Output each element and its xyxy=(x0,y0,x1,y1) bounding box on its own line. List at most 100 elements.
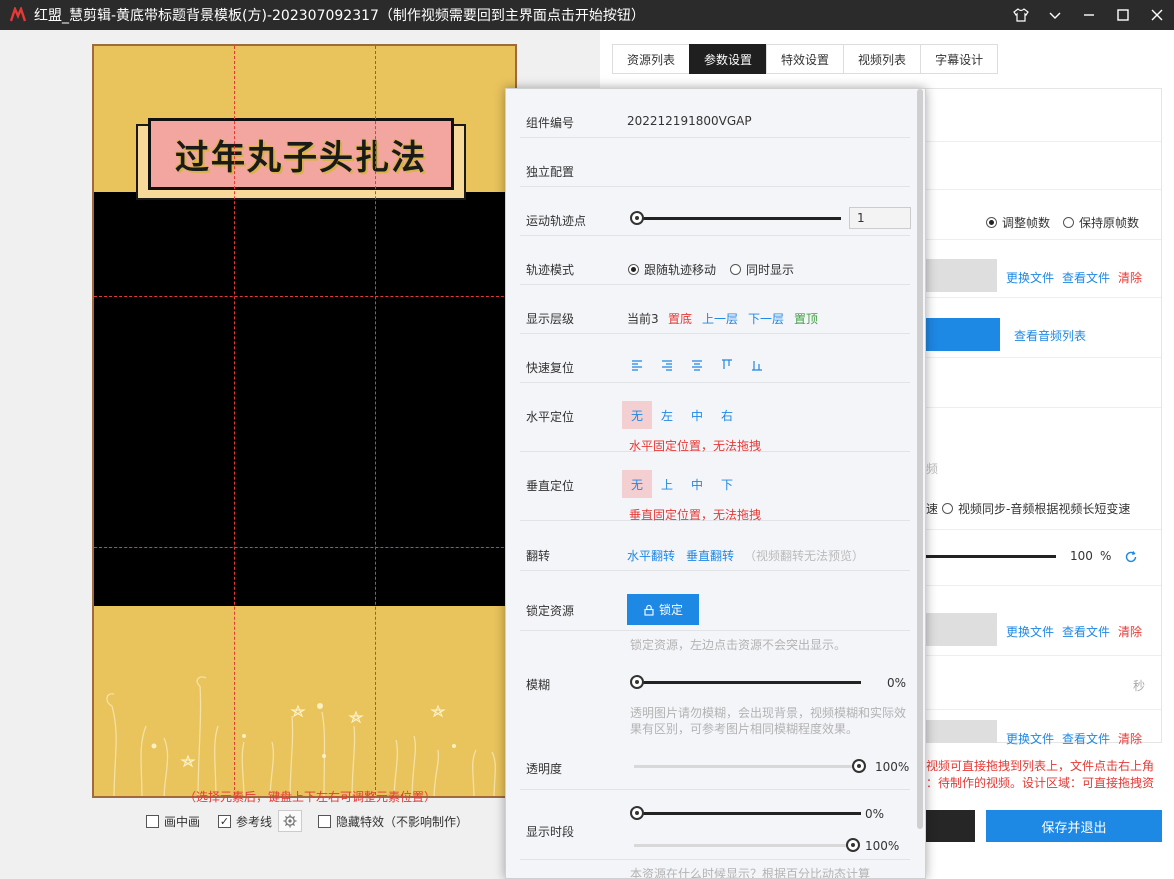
layer-down-link[interactable]: 下一层 xyxy=(748,310,784,327)
h-pos-right[interactable]: 右 xyxy=(712,401,742,429)
maximize-icon[interactable] xyxy=(1106,0,1140,30)
volume-slider[interactable] xyxy=(926,555,1056,558)
tab-bar: 资源列表 参数设置 特效设置 视频列表 字幕设计 xyxy=(612,44,999,74)
title-bar: 红盟_慧剪辑-黄底带标题背景模板(方)-202307092317（制作视频需要回… xyxy=(0,0,1174,30)
h-pos-center[interactable]: 中 xyxy=(682,401,712,429)
view-file-link[interactable]: 查看文件 xyxy=(1062,269,1110,286)
window-title: 红盟_慧剪辑-黄底带标题背景模板(方)-202307092317（制作视频需要回… xyxy=(34,8,645,24)
h-pos-none[interactable]: 无 xyxy=(622,401,652,429)
lock-note: 锁定资源，左边点击资源不会突出显示。 xyxy=(630,638,847,652)
guides-checkbox[interactable]: ✓ xyxy=(218,814,232,828)
align-bottom-icon[interactable] xyxy=(751,359,763,371)
chevron-down-icon[interactable] xyxy=(1038,0,1072,30)
frame-opt-keep[interactable]: 保持原帧数 xyxy=(1063,214,1139,231)
period-end-knob[interactable] xyxy=(846,838,860,852)
align-center-icon[interactable] xyxy=(691,359,703,371)
keyboard-hint: （选择元素后，键盘上下左右可调整元素位置） xyxy=(184,790,437,804)
refresh-icon[interactable] xyxy=(1124,550,1138,564)
blur-note-2: 果有区别，可参考图片相同模糊程度效果。 xyxy=(630,722,859,736)
app-logo-icon xyxy=(10,7,26,22)
row-horizontal-position: 水平定位 无 左 中 右 水平固定位置，无法拖拽 xyxy=(520,383,910,453)
minimize-icon[interactable] xyxy=(1072,0,1106,30)
row-trajectory-mode: 轨迹模式 跟随轨迹移动 同时显示 xyxy=(520,236,910,285)
blur-value: 0% xyxy=(887,676,907,690)
volume-unit: % xyxy=(1100,549,1112,563)
dark-button[interactable] xyxy=(926,810,975,842)
save-exit-button[interactable]: 保存并退出 xyxy=(986,810,1162,842)
layer-top-link[interactable]: 置顶 xyxy=(794,310,818,327)
align-left-icon[interactable] xyxy=(631,359,643,371)
file-preview-box xyxy=(926,259,997,292)
lock-button[interactable]: 锁定 xyxy=(627,594,699,625)
v-pos-none[interactable]: 无 xyxy=(622,470,652,498)
opacity-slider[interactable] xyxy=(634,765,858,768)
period-start-slider[interactable] xyxy=(637,812,861,815)
blur-slider-knob[interactable] xyxy=(630,675,644,689)
motion-slider[interactable] xyxy=(637,217,841,220)
trajectory-simultaneous-radio[interactable]: 同时显示 xyxy=(730,261,794,278)
tab-subtitle-design[interactable]: 字幕设计 xyxy=(920,44,999,74)
period-start-value: 0% xyxy=(865,807,885,821)
decorative-flowers-image xyxy=(106,676,496,796)
opacity-slider-knob[interactable] xyxy=(852,759,866,773)
popup-scrollbar[interactable] xyxy=(917,89,923,829)
trajectory-follow-radio[interactable]: 跟随轨迹移动 xyxy=(628,261,716,278)
tab-effects[interactable]: 特效设置 xyxy=(766,44,845,74)
row-display-period: 显示时段 0% 100% xyxy=(520,790,910,860)
opacity-value: 100% xyxy=(875,760,910,774)
clear-link-3[interactable]: 清除 xyxy=(1118,730,1142,747)
sync-fragment: 速 xyxy=(926,502,939,516)
align-top-icon[interactable] xyxy=(721,359,733,371)
h-pos-left[interactable]: 左 xyxy=(652,401,682,429)
v-pos-top[interactable]: 上 xyxy=(652,470,682,498)
pip-checkbox[interactable] xyxy=(146,814,159,828)
audio-select-button[interactable] xyxy=(926,318,1000,351)
view-audio-list-link[interactable]: 查看音频列表 xyxy=(1014,327,1086,344)
clear-link[interactable]: 清除 xyxy=(1118,269,1142,286)
row-vertical-position: 垂直定位 无 上 中 下 垂直固定位置，无法拖拽 xyxy=(520,452,910,522)
gear-icon[interactable] xyxy=(278,810,303,832)
row-opacity: 透明度 100% xyxy=(520,740,910,790)
title-text: 过年丸子头扎法 xyxy=(175,137,427,178)
period-end-slider[interactable] xyxy=(634,844,858,847)
drag-tips: 视频可直接拖拽到列表上，文件点击右上角 ：待制作的视频。设计区域：可直接拖拽资 xyxy=(926,759,1155,790)
component-id-value: 202212191800VGAP xyxy=(627,114,752,128)
fragment-text: 频 xyxy=(926,462,939,476)
align-right-icon[interactable] xyxy=(661,359,673,371)
row-motion-points: 运动轨迹点 1 xyxy=(520,187,911,236)
file-preview-box-3 xyxy=(926,720,997,743)
clear-link-2[interactable]: 清除 xyxy=(1118,623,1142,640)
design-canvas[interactable]: 过年丸子头扎法 xyxy=(92,44,517,798)
replace-file-link-3[interactable]: 更换文件 xyxy=(1006,730,1054,747)
flip-vertical-link[interactable]: 垂直翻转 xyxy=(686,547,734,564)
frame-opt-adjust[interactable]: 调整帧数 xyxy=(986,214,1050,231)
v-pos-bottom[interactable]: 下 xyxy=(712,470,742,498)
sync-option[interactable]: 视频同步-音频根据视频长短变速 xyxy=(942,500,1130,517)
period-note: 本资源在什么时候显示？根据百分比动态计算 xyxy=(630,867,871,879)
row-independent-config: 独立配置 xyxy=(520,138,910,187)
v-pos-middle[interactable]: 中 xyxy=(682,470,712,498)
title-card[interactable]: 过年丸子头扎法 xyxy=(148,118,454,190)
row-display-layer: 显示层级 当前3 置底 上一层 下一层 置顶 xyxy=(520,285,910,334)
layer-bottom-link[interactable]: 置底 xyxy=(668,310,692,327)
view-file-link-3[interactable]: 查看文件 xyxy=(1062,730,1110,747)
shirt-icon[interactable] xyxy=(1004,0,1038,30)
row-quick-reset: 快速复位 xyxy=(520,334,910,383)
video-placeholder-area[interactable] xyxy=(94,192,515,606)
tab-resources[interactable]: 资源列表 xyxy=(612,44,691,74)
period-start-knob[interactable] xyxy=(630,806,644,820)
close-icon[interactable] xyxy=(1140,0,1174,30)
layer-up-link[interactable]: 上一层 xyxy=(702,310,738,327)
tab-parameters[interactable]: 参数设置 xyxy=(689,44,768,74)
motion-input[interactable]: 1 xyxy=(849,207,911,229)
seconds-unit: 秒 xyxy=(1133,679,1146,693)
view-file-link-2[interactable]: 查看文件 xyxy=(1062,623,1110,640)
blur-slider[interactable] xyxy=(637,681,861,684)
replace-file-link-2[interactable]: 更换文件 xyxy=(1006,623,1054,640)
guide-line-v1 xyxy=(234,46,235,796)
replace-file-link[interactable]: 更换文件 xyxy=(1006,269,1054,286)
tab-video-list[interactable]: 视频列表 xyxy=(843,44,922,74)
motion-slider-knob[interactable] xyxy=(630,211,644,225)
hide-effects-checkbox[interactable] xyxy=(318,814,332,828)
flip-horizontal-link[interactable]: 水平翻转 xyxy=(627,547,675,564)
